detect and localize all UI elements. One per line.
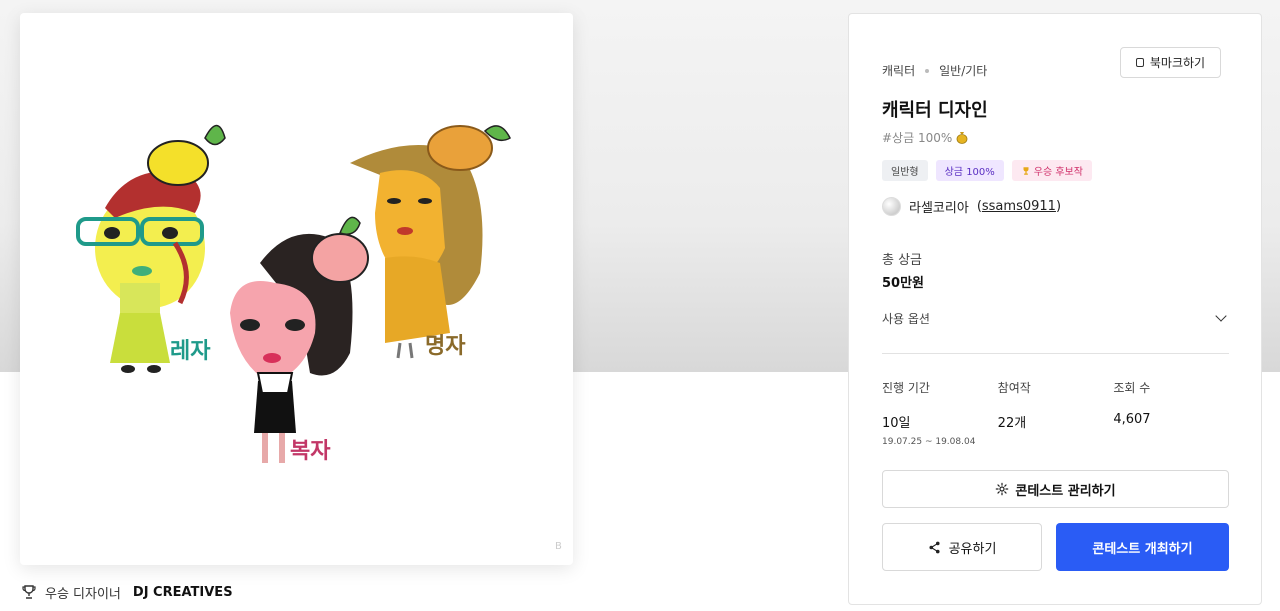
bookmark-icon [1135,58,1144,67]
lemon-character [76,124,226,373]
stat-duration-value: 10일 [882,416,911,431]
breadcrumb-separator [925,68,930,73]
stat-duration: 진행 기간 10일 19.07.25 ~ 19.08.04 [882,379,998,447]
trophy-icon [22,585,36,599]
stat-duration-range: 19.07.25 ~ 19.08.04 [882,437,976,447]
contest-stats: 진행 기간 10일 19.07.25 ~ 19.08.04 참여작 22개 조회… [882,379,1229,447]
stat-duration-label: 진행 기간 [882,381,930,395]
breadcrumb-subcategory[interactable]: 일반/기타 [939,62,987,79]
breadcrumb: 캐릭터 일반/기타 [882,62,987,79]
total-prize-value: 50만원 [882,276,925,291]
stat-entries: 참여작 22개 [998,379,1114,447]
prize-hashtag[interactable]: #상금 100% [882,129,968,146]
badge-winner-candidate: 우승 후보작 [1011,160,1092,181]
contest-artwork[interactable]: 레자 복자 명자 B [20,13,573,565]
host-contest-label: 콘테스트 개최하기 [1092,541,1193,557]
label-leza: 레자 [170,339,211,364]
manage-contest-label: 콘테스트 관리하기 [1015,483,1116,499]
share-label: 공유하기 [948,541,997,557]
bookmark-label: 북마크하기 [1149,56,1206,70]
badge-prize: 상금 100% [935,160,1004,181]
usage-options-label: 사용 옵션 [882,311,930,326]
host-contest-button[interactable]: 콘테스트 개최하기 [1056,523,1229,571]
stat-views-value: 4,607 [1113,412,1151,427]
winner-name[interactable]: DJ CREATIVES [133,585,233,600]
host-id[interactable]: ssams0911 [982,199,1056,214]
winner-prefix: 우승 디자이너 [45,586,121,602]
share-icon [929,541,940,553]
contest-host[interactable]: 라셀코리아 (ssams0911) [882,197,1061,216]
contest-info-panel: 캐릭터 일반/기타 북마크하기 캐릭터 디자인 #상금 100% 일반형 상금 … [848,13,1262,605]
label-myeongja: 명자 [425,334,466,359]
gear-icon [996,482,1009,496]
bookmark-button[interactable]: 북마크하기 [1120,47,1221,78]
contest-title: 캐릭터 디자인 [882,100,988,121]
winner-designer: 우승 디자이너 DJ CREATIVES [21,582,233,602]
total-prize-label: 총 상금 [882,253,923,268]
stat-entries-value: 22개 [997,416,1027,431]
character-illustration: 레자 복자 명자 B [76,124,562,552]
badge-type: 일반형 [882,160,928,181]
money-bag-icon [956,132,968,144]
corner-mark: B [555,541,562,552]
contest-badges: 일반형 상금 100% 우승 후보작 [882,160,1092,181]
peach-character [230,216,369,463]
stat-entries-label: 참여작 [997,381,1031,395]
badge-winner-candidate-label: 우승 후보작 [1033,167,1083,178]
stat-views: 조회 수 4,607 [1113,379,1229,447]
prize-hashtag-text: #상금 100% [882,131,953,145]
host-name: 라셀코리아 [909,201,969,216]
mango-character [350,125,511,359]
host-avatar [882,197,901,216]
chevron-down-icon [1215,310,1227,322]
breadcrumb-category[interactable]: 캐릭터 [882,62,915,79]
label-bokja: 복자 [290,439,331,464]
divider [882,353,1229,354]
trophy-icon [1023,166,1029,175]
stat-views-label: 조회 수 [1113,381,1151,395]
share-button[interactable]: 공유하기 [882,523,1042,571]
usage-options-toggle[interactable]: 사용 옵션 [882,306,1229,330]
manage-contest-button[interactable]: 콘테스트 관리하기 [882,470,1229,508]
